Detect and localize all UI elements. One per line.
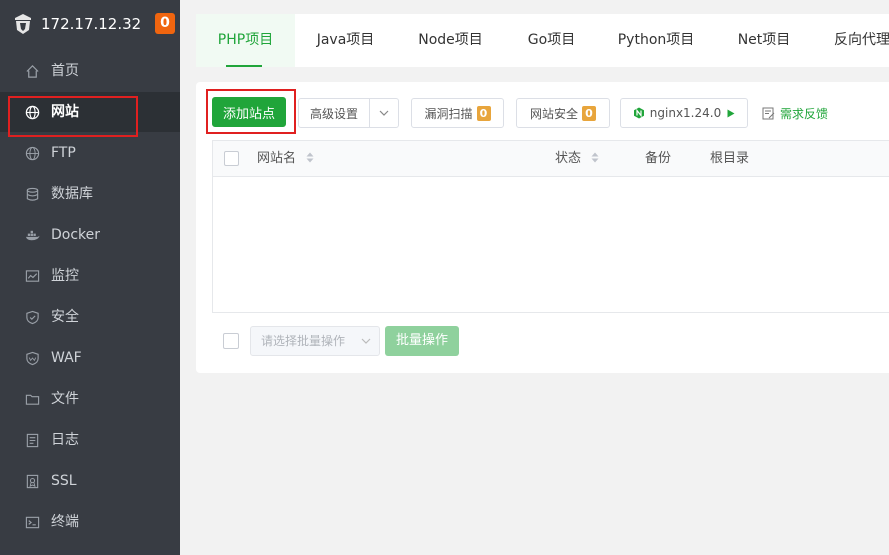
select-all-checkbox[interactable] xyxy=(224,151,239,166)
docker-icon xyxy=(24,227,40,243)
column-backup: 备份 xyxy=(645,151,672,166)
tab-label: 反向代理 xyxy=(834,32,889,48)
column-status[interactable]: 状态 xyxy=(555,141,599,176)
sidebar-item-home[interactable]: 首页 xyxy=(0,51,180,91)
folder-icon xyxy=(24,391,40,407)
batch-select-checkbox[interactable] xyxy=(223,333,239,349)
edit-note-icon xyxy=(762,107,775,119)
waf-shield-icon xyxy=(24,350,40,366)
monitor-icon xyxy=(24,268,40,284)
database-icon xyxy=(24,186,40,202)
sidebar-item-label: 安全 xyxy=(51,309,79,325)
batch-operation-select[interactable]: 请选择批量操作 xyxy=(250,326,380,356)
tab-php[interactable]: PHP项目 xyxy=(196,14,295,67)
panel-logo-icon xyxy=(15,14,31,34)
tab-python[interactable]: Python项目 xyxy=(598,14,714,67)
sidebar-item-label: 监控 xyxy=(51,268,79,284)
shield-icon xyxy=(24,309,40,325)
security-count-badge: 0 xyxy=(582,105,596,121)
sort-icon xyxy=(306,152,314,163)
sidebar-item-label: SSL xyxy=(51,473,77,489)
home-icon xyxy=(24,63,40,79)
nginx-button[interactable]: nginx1.24.0 xyxy=(620,98,748,128)
sort-icon xyxy=(591,152,599,163)
batch-select-placeholder: 请选择批量操作 xyxy=(261,334,346,348)
sidebar-item-logs[interactable]: 日志 xyxy=(0,420,180,460)
column-label: 网站名 xyxy=(257,151,297,166)
feedback-link[interactable]: 需求反馈 xyxy=(762,104,828,122)
table-header: 网站名 状态 备份 根目录 xyxy=(212,140,889,177)
tab-reverse-proxy[interactable]: 反向代理 xyxy=(814,14,889,67)
tab-label: Java项目 xyxy=(316,32,375,48)
sidebar-item-label: WAF xyxy=(51,350,82,366)
sidebar-item-label: 数据库 xyxy=(51,186,93,202)
tab-net[interactable]: Net项目 xyxy=(714,14,814,67)
notification-badge[interactable]: 0 xyxy=(155,13,175,34)
column-root-dir: 根目录 xyxy=(710,151,750,166)
sidebar-item-label: 终端 xyxy=(51,514,79,530)
terminal-icon xyxy=(24,514,40,530)
sidebar-item-docker[interactable]: Docker xyxy=(0,215,180,255)
vuln-scan-button[interactable]: 漏洞扫描 0 xyxy=(411,98,504,128)
active-tab-indicator xyxy=(226,65,262,67)
sidebar-item-terminal[interactable]: 终端 xyxy=(0,502,180,542)
sidebar-item-label: Docker xyxy=(51,227,101,243)
vuln-scan-label: 漏洞扫描 xyxy=(424,106,473,121)
ftp-globe-icon xyxy=(24,145,40,161)
site-security-button[interactable]: 网站安全 0 xyxy=(516,98,610,128)
ssl-icon xyxy=(24,473,40,489)
sidebar-item-monitor[interactable]: 监控 xyxy=(0,256,180,296)
sidebar-item-ftp[interactable]: FTP xyxy=(0,133,180,173)
site-security-label: 网站安全 xyxy=(529,106,578,121)
tab-label: Node项目 xyxy=(418,32,483,48)
server-ip: 172.17.12.32 xyxy=(41,15,142,33)
tab-label: Python项目 xyxy=(617,32,695,48)
tab-node[interactable]: Node项目 xyxy=(396,14,505,67)
highlight-box-add-site xyxy=(206,89,296,134)
advanced-settings-button[interactable]: 高级设置 xyxy=(298,98,370,128)
sidebar: 172.17.12.32 0 首页 网站 FTP 数据库 Docker 监控 安… xyxy=(0,0,180,555)
sidebar-item-label: 首页 xyxy=(51,63,79,79)
sidebar-item-label: 文件 xyxy=(51,391,79,407)
log-icon xyxy=(24,432,40,448)
sidebar-item-security[interactable]: 安全 xyxy=(0,297,180,337)
sidebar-item-label: 日志 xyxy=(51,432,79,448)
tab-label: Net项目 xyxy=(737,32,791,48)
highlight-box-website xyxy=(8,96,138,137)
project-tabs: PHP项目 Java项目 Node项目 Go项目 Python项目 Net项目 … xyxy=(196,14,889,67)
tab-label: PHP项目 xyxy=(217,32,274,48)
nginx-icon xyxy=(633,107,644,119)
advanced-settings-dropdown[interactable] xyxy=(369,98,399,128)
batch-operation-button[interactable]: 批量操作 xyxy=(385,326,459,356)
column-site-name[interactable]: 网站名 xyxy=(257,141,314,176)
brand: 172.17.12.32 0 xyxy=(0,0,180,48)
play-icon xyxy=(727,109,735,117)
sidebar-item-label: FTP xyxy=(51,145,76,161)
nginx-version: nginx1.24.0 xyxy=(649,106,722,120)
tab-label: Go项目 xyxy=(527,32,576,48)
sidebar-item-ssl[interactable]: SSL xyxy=(0,461,180,501)
table-body xyxy=(212,176,889,313)
sidebar-item-database[interactable]: 数据库 xyxy=(0,174,180,214)
sidebar-item-files[interactable]: 文件 xyxy=(0,379,180,419)
sidebar-item-waf[interactable]: WAF xyxy=(0,338,180,378)
chevron-down-icon xyxy=(361,338,371,344)
tab-java[interactable]: Java项目 xyxy=(295,14,396,67)
chevron-down-icon xyxy=(379,110,389,116)
vuln-count-badge: 0 xyxy=(476,105,491,121)
tab-go[interactable]: Go项目 xyxy=(505,14,598,67)
column-label: 状态 xyxy=(555,151,582,166)
feedback-label: 需求反馈 xyxy=(780,106,829,121)
